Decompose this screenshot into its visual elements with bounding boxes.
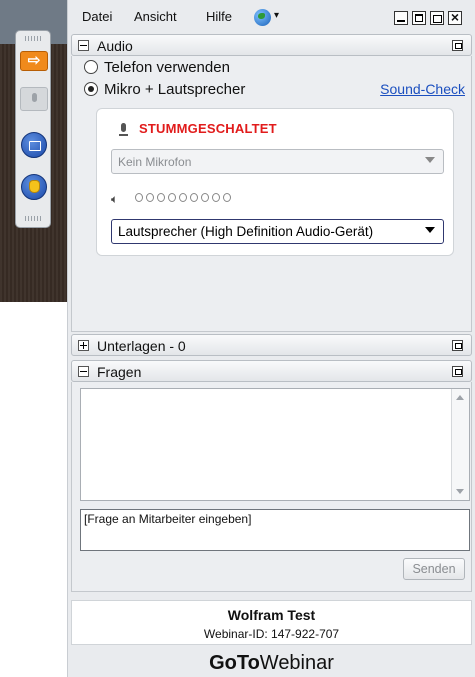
menu-view[interactable]: Ansicht (134, 9, 177, 24)
expand-icon[interactable] (78, 340, 89, 351)
collapse-icon[interactable] (78, 40, 89, 51)
screen-icon[interactable] (21, 132, 47, 158)
level-segment (146, 193, 154, 202)
close-button[interactable] (448, 9, 462, 25)
scroll-down-icon[interactable] (456, 489, 464, 494)
handouts-header[interactable]: Unterlagen - 0 (71, 334, 472, 356)
collapse-icon[interactable] (78, 366, 89, 377)
chevron-down-icon (425, 227, 435, 233)
radio-mic-speaker-button[interactable] (84, 82, 98, 96)
toolbar-grip-bottom[interactable] (25, 216, 43, 221)
chevron-down-icon[interactable]: ▾ (274, 10, 279, 21)
handouts-title: Unterlagen - 0 (97, 338, 186, 354)
level-segment (212, 193, 220, 202)
audio-panel: Telefon verwenden Mikro + Lautsprecher S… (71, 56, 472, 332)
webinar-id: Webinar-ID: 147-922-707 (203, 627, 340, 641)
radio-telephone-button[interactable] (84, 60, 98, 74)
grab-tab-icon[interactable] (20, 51, 48, 71)
sound-check-link[interactable]: Sound-Check (380, 81, 465, 97)
scrollbar[interactable] (451, 389, 469, 500)
speaker-level-meter (135, 193, 231, 202)
radio-mic-speaker-label: Mikro + Lautsprecher (104, 81, 246, 98)
radio-telephone-label: Telefon verwenden (104, 59, 230, 76)
organizer-name: Wolfram Test (227, 607, 316, 623)
level-segment (157, 193, 165, 202)
send-button[interactable]: Senden (403, 558, 465, 580)
microphone-select[interactable]: Kein Mikrofon (111, 149, 444, 174)
scroll-up-icon[interactable] (456, 395, 464, 400)
globe-icon[interactable] (254, 9, 271, 26)
level-segment (135, 193, 143, 202)
questions-header[interactable]: Fragen (71, 360, 472, 382)
brand-regular: Webinar (259, 652, 334, 674)
control-panel: Datei Ansicht Hilfe ▾ Audio Telefon verw… (67, 0, 475, 677)
microphone-icon (117, 123, 131, 139)
popout-icon[interactable] (452, 366, 463, 377)
raise-hand-icon[interactable] (21, 174, 47, 200)
minimize-button[interactable] (394, 11, 408, 25)
speaker-icon: 🔈︎ (111, 192, 119, 206)
brand-bold: GoTo (209, 652, 260, 674)
audio-header[interactable]: Audio (71, 34, 472, 56)
popout-button[interactable] (430, 11, 444, 25)
level-segment (179, 193, 187, 202)
muted-status: STUMMGESCHALTET (139, 121, 277, 136)
popout-icon[interactable] (452, 340, 463, 351)
level-segment (190, 193, 198, 202)
speaker-select[interactable]: Lautsprecher (High Definition Audio-Gerä… (111, 219, 444, 244)
questions-panel: [Frage an Mitarbeiter eingeben] Senden (71, 382, 472, 592)
microphone-icon[interactable] (20, 87, 48, 111)
level-segment (223, 193, 231, 202)
audio-title: Audio (97, 38, 133, 54)
popout-icon[interactable] (452, 40, 463, 51)
menu-help[interactable]: Hilfe (206, 9, 232, 24)
menu-file[interactable]: Datei (82, 9, 112, 24)
questions-title: Fragen (97, 364, 142, 380)
level-segment (201, 193, 209, 202)
brand-logo: GoToWebinar (68, 652, 475, 675)
microphone-select-value: Kein Mikrofon (118, 155, 192, 169)
control-toolbar (15, 30, 51, 228)
webinar-info: Wolfram Test Webinar-ID: 147-922-707 (71, 600, 472, 645)
question-log[interactable] (80, 388, 470, 501)
menu-bar: Datei Ansicht Hilfe ▾ (68, 0, 475, 34)
maximize-button[interactable] (412, 11, 426, 25)
audio-settings-card: STUMMGESCHALTET Kein Mikrofon 🔈︎ Lautspr… (96, 108, 454, 256)
question-input[interactable]: [Frage an Mitarbeiter eingeben] (80, 509, 470, 551)
chevron-down-icon (425, 157, 435, 163)
speaker-select-value: Lautsprecher (High Definition Audio-Gerä… (118, 224, 374, 239)
toolbar-grip-top[interactable] (25, 36, 43, 41)
level-segment (168, 193, 176, 202)
